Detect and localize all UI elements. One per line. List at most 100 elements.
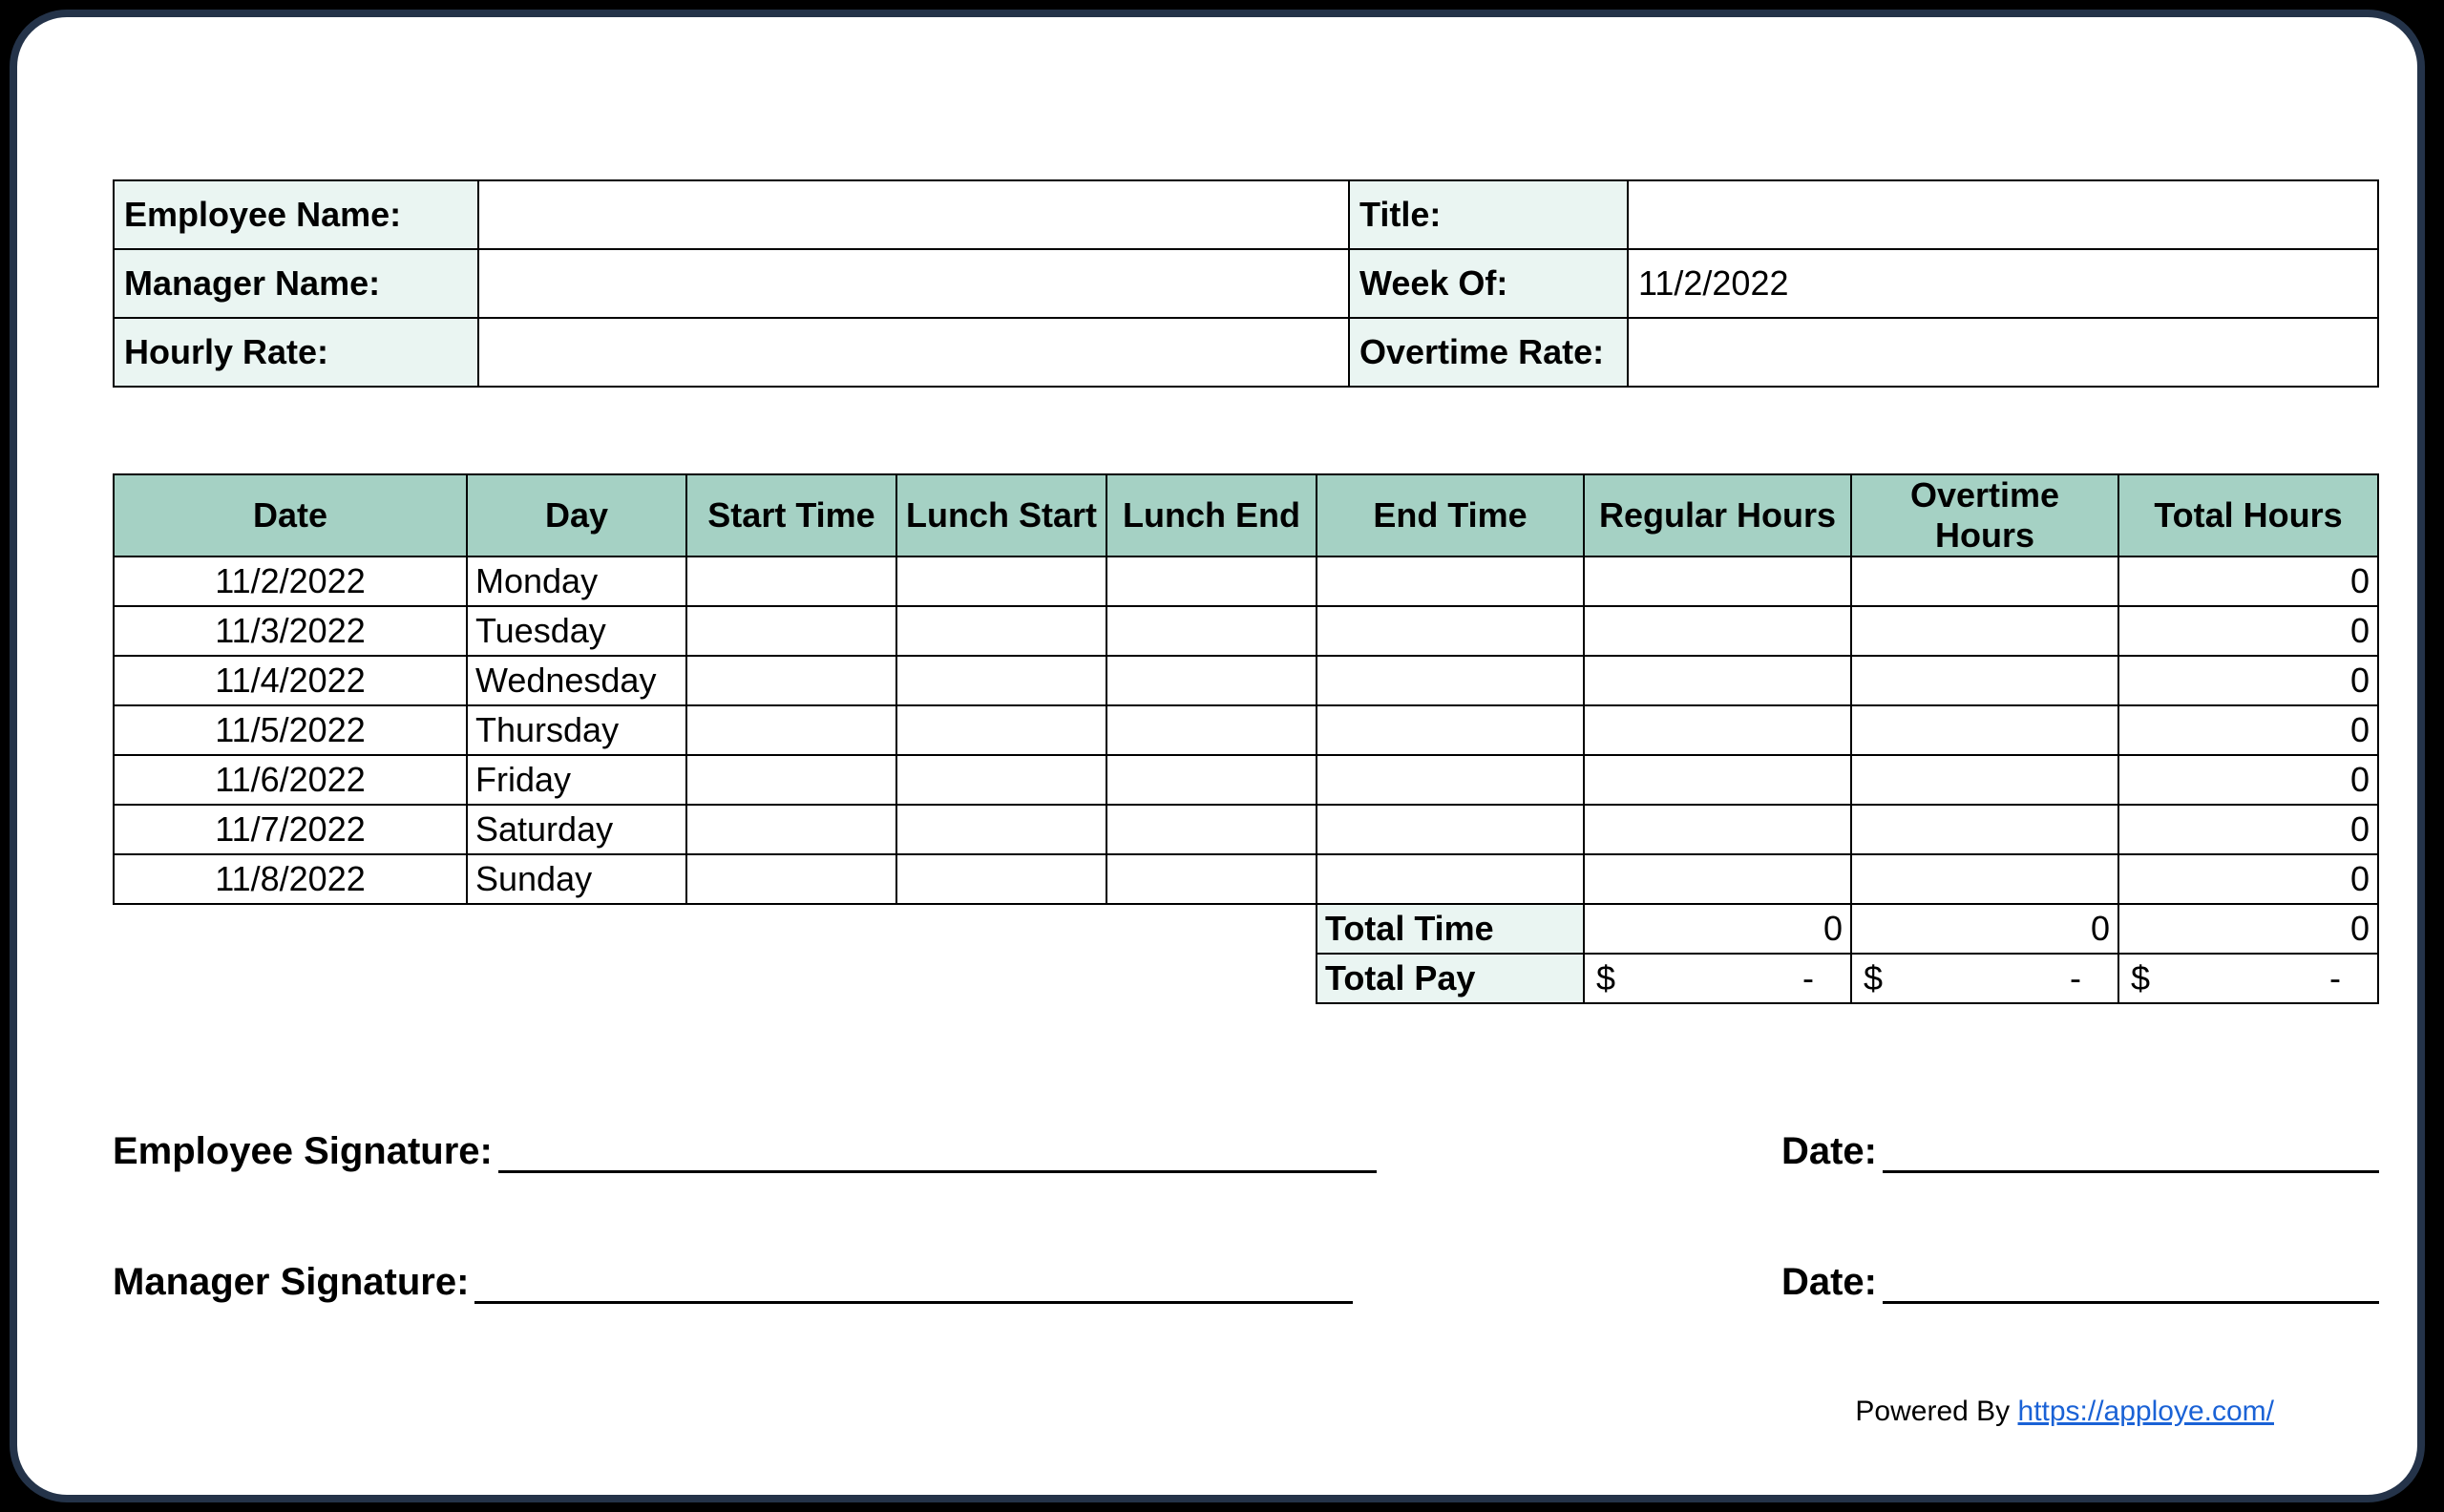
- cell-lunch-end[interactable]: [1106, 606, 1317, 656]
- cell-regular[interactable]: [1584, 755, 1851, 805]
- cell-lunch-start[interactable]: [896, 705, 1106, 755]
- cell-end[interactable]: [1317, 606, 1584, 656]
- powered-by: Powered By https://apploye.com/: [1855, 1396, 2274, 1428]
- powered-text: Powered By: [1855, 1396, 2017, 1427]
- hourly-rate-value[interactable]: [478, 318, 1349, 387]
- table-row: 11/2/2022Monday 0: [114, 556, 2378, 606]
- cell-end[interactable]: [1317, 854, 1584, 904]
- cell-lunch-end[interactable]: [1106, 705, 1317, 755]
- total-overtime-pay: $-: [1851, 954, 2118, 1003]
- powered-link[interactable]: https://apploye.com/: [2018, 1396, 2274, 1427]
- total-regular-time: 0: [1584, 904, 1851, 954]
- cell-overtime[interactable]: [1851, 805, 2118, 854]
- cell-lunch-end[interactable]: [1106, 805, 1317, 854]
- cell-total: 0: [2118, 755, 2378, 805]
- overtime-rate-value[interactable]: [1628, 318, 2378, 387]
- cell-overtime[interactable]: [1851, 755, 2118, 805]
- cell-lunch-end[interactable]: [1106, 854, 1317, 904]
- cell-regular[interactable]: [1584, 805, 1851, 854]
- cell-total: 0: [2118, 854, 2378, 904]
- col-lunch-start: Lunch Start: [896, 474, 1106, 556]
- total-pay-value: $-: [2118, 954, 2378, 1003]
- cell-start[interactable]: [686, 705, 896, 755]
- employee-date-label: Date:: [1781, 1130, 1877, 1173]
- cell-date: 11/2/2022: [114, 556, 467, 606]
- col-start-time: Start Time: [686, 474, 896, 556]
- cell-lunch-start[interactable]: [896, 755, 1106, 805]
- col-total-hours: Total Hours: [2118, 474, 2378, 556]
- header-row-3: Hourly Rate: Overtime Rate:: [114, 318, 2378, 387]
- cell-day: Friday: [467, 755, 686, 805]
- cell-overtime[interactable]: [1851, 854, 2118, 904]
- cell-date: 11/8/2022: [114, 854, 467, 904]
- cell-start[interactable]: [686, 606, 896, 656]
- document-frame: Employee Name: Title: Manager Name: Week…: [10, 10, 2425, 1502]
- employee-date-line[interactable]: [1883, 1128, 2379, 1173]
- cell-regular[interactable]: [1584, 656, 1851, 705]
- title-label: Title:: [1349, 180, 1628, 249]
- col-overtime-hours: Overtime Hours: [1851, 474, 2118, 556]
- cell-start[interactable]: [686, 556, 896, 606]
- table-row: 11/8/2022Sunday 0: [114, 854, 2378, 904]
- cell-date: 11/3/2022: [114, 606, 467, 656]
- cell-lunch-start[interactable]: [896, 805, 1106, 854]
- cell-date: 11/7/2022: [114, 805, 467, 854]
- title-value[interactable]: [1628, 180, 2378, 249]
- cell-date: 11/5/2022: [114, 705, 467, 755]
- cell-start[interactable]: [686, 755, 896, 805]
- col-end-time: End Time: [1317, 474, 1584, 556]
- cell-day: Tuesday: [467, 606, 686, 656]
- cell-overtime[interactable]: [1851, 606, 2118, 656]
- employee-signature-row: Employee Signature: Date:: [113, 1128, 2379, 1173]
- employee-name-value[interactable]: [478, 180, 1349, 249]
- cell-lunch-start[interactable]: [896, 854, 1106, 904]
- manager-name-label: Manager Name:: [114, 249, 478, 318]
- cell-lunch-start[interactable]: [896, 656, 1106, 705]
- cell-date: 11/6/2022: [114, 755, 467, 805]
- cell-regular[interactable]: [1584, 606, 1851, 656]
- cell-lunch-start[interactable]: [896, 606, 1106, 656]
- manager-name-value[interactable]: [478, 249, 1349, 318]
- cell-total: 0: [2118, 656, 2378, 705]
- header-row-1: Employee Name: Title:: [114, 180, 2378, 249]
- cell-total: 0: [2118, 606, 2378, 656]
- cell-day: Thursday: [467, 705, 686, 755]
- total-pay-label: Total Pay: [1317, 954, 1584, 1003]
- cell-start[interactable]: [686, 656, 896, 705]
- pay-dash: -: [2070, 958, 2081, 998]
- col-regular-hours: Regular Hours: [1584, 474, 1851, 556]
- pay-dash: -: [1802, 958, 1814, 998]
- week-of-value[interactable]: 11/2/2022: [1628, 249, 2378, 318]
- table-row: 11/4/2022Wednesday 0: [114, 656, 2378, 705]
- overtime-rate-label: Overtime Rate:: [1349, 318, 1628, 387]
- cell-overtime[interactable]: [1851, 556, 2118, 606]
- manager-signature-line[interactable]: [474, 1259, 1353, 1304]
- cell-regular[interactable]: [1584, 854, 1851, 904]
- cell-date: 11/4/2022: [114, 656, 467, 705]
- cell-end[interactable]: [1317, 755, 1584, 805]
- header-table: Employee Name: Title: Manager Name: Week…: [113, 179, 2379, 388]
- cell-end[interactable]: [1317, 656, 1584, 705]
- cell-overtime[interactable]: [1851, 705, 2118, 755]
- cell-lunch-end[interactable]: [1106, 755, 1317, 805]
- cell-lunch-end[interactable]: [1106, 656, 1317, 705]
- cell-lunch-end[interactable]: [1106, 556, 1317, 606]
- employee-signature-label: Employee Signature:: [113, 1130, 493, 1173]
- cell-start[interactable]: [686, 805, 896, 854]
- cell-total: 0: [2118, 556, 2378, 606]
- cell-lunch-start[interactable]: [896, 556, 1106, 606]
- cell-overtime[interactable]: [1851, 656, 2118, 705]
- cell-regular[interactable]: [1584, 556, 1851, 606]
- cell-regular[interactable]: [1584, 705, 1851, 755]
- manager-date-line[interactable]: [1883, 1259, 2379, 1304]
- cell-end[interactable]: [1317, 805, 1584, 854]
- cell-day: Wednesday: [467, 656, 686, 705]
- cell-end[interactable]: [1317, 705, 1584, 755]
- cell-end[interactable]: [1317, 556, 1584, 606]
- employee-signature-line[interactable]: [498, 1128, 1377, 1173]
- col-day: Day: [467, 474, 686, 556]
- cell-day: Monday: [467, 556, 686, 606]
- cell-start[interactable]: [686, 854, 896, 904]
- employee-name-label: Employee Name:: [114, 180, 478, 249]
- cell-day: Sunday: [467, 854, 686, 904]
